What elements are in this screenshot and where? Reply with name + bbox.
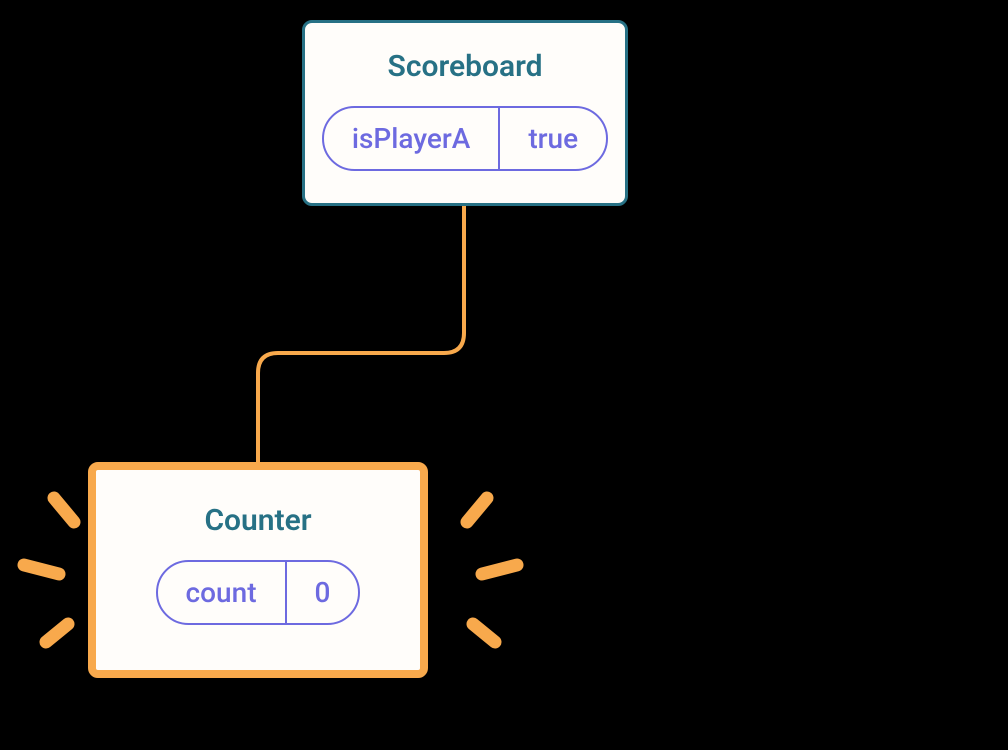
counter-state-value: 0 (287, 562, 359, 623)
connector-line (250, 203, 480, 468)
counter-node: Counter count 0 (88, 462, 428, 678)
scoreboard-node: Scoreboard isPlayerA true (302, 20, 628, 206)
sparkle-right-icon (422, 480, 542, 680)
scoreboard-state-pill: isPlayerA true (322, 106, 608, 171)
sparkle-left-icon (4, 480, 124, 680)
counter-title: Counter (204, 503, 311, 538)
scoreboard-state-key: isPlayerA (324, 108, 500, 169)
counter-state-pill: count 0 (156, 560, 361, 625)
scoreboard-state-value: true (500, 108, 606, 169)
counter-state-key: count (158, 562, 287, 623)
scoreboard-title: Scoreboard (388, 49, 543, 84)
